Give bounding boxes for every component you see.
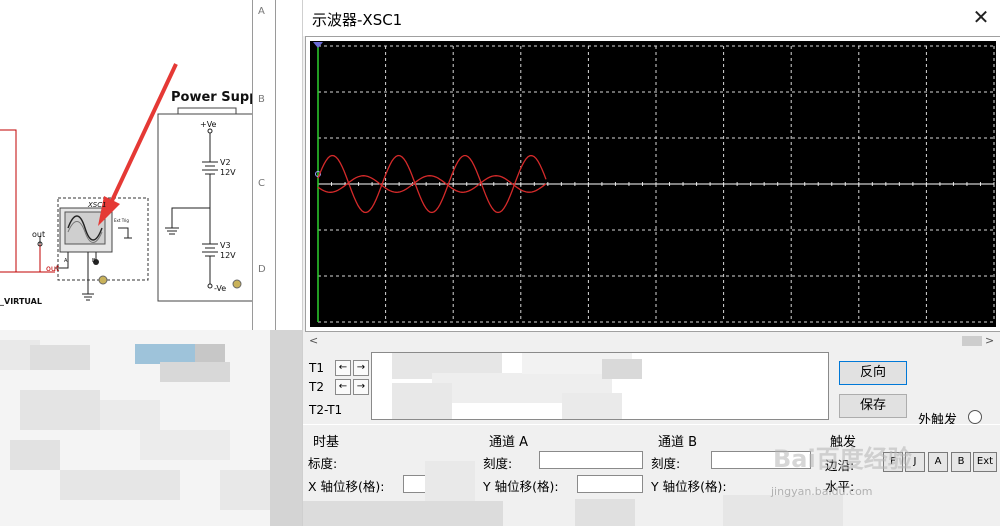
border-letter-c: C xyxy=(258,178,265,189)
ext-trigger-radio[interactable] xyxy=(968,410,982,424)
trigger-level-label: 水平: xyxy=(825,479,855,494)
trigger-source-a-button[interactable]: A xyxy=(928,452,948,472)
v3-value: 12V xyxy=(220,251,236,260)
scroll-right-arrow[interactable]: > xyxy=(985,334,994,347)
cursor-readout xyxy=(371,352,829,420)
blurred-patch-2 xyxy=(575,499,635,526)
trigger-edge-falling-button[interactable]: J xyxy=(905,452,925,472)
scope-graph xyxy=(313,42,995,323)
wire-red-left xyxy=(0,129,17,273)
trigger-title: 触发 xyxy=(830,435,857,450)
t1-left-button[interactable]: ← xyxy=(335,360,351,376)
probe-icon xyxy=(232,279,242,289)
vneg-label: -Ve xyxy=(214,284,226,293)
oscilloscope-window: 示波器-XSC1 ✕ < > T1 ← → T2 ← → T2-T1 反向 保存… xyxy=(302,0,1000,526)
power-supply-tab xyxy=(177,107,237,115)
schematic-canvas[interactable]: Power Supply +Ve V2 12V V3 12V -Ve XSC1 … xyxy=(0,0,302,526)
v2-name: V2 xyxy=(220,158,231,167)
border-letter-a: A xyxy=(258,6,265,17)
ext-trig-wire xyxy=(118,227,132,239)
channel-b-scale-field[interactable] xyxy=(711,451,811,469)
timebase-xpos-label: X 轴位移(格): xyxy=(308,479,385,494)
scroll-left-arrow[interactable]: < xyxy=(309,334,318,347)
scope-pin-a: A xyxy=(64,258,68,264)
probe-icon-2 xyxy=(98,275,108,285)
channel-a-title: 通道 A xyxy=(489,435,529,450)
out-label-red: out xyxy=(46,264,59,273)
window-title: 示波器-XSC1 xyxy=(312,11,403,29)
scope-display-frame xyxy=(305,36,1000,332)
channel-b-title: 通道 B xyxy=(658,435,698,450)
scope-pin-wires xyxy=(55,252,97,294)
trigger-source-b-button[interactable]: B xyxy=(951,452,971,472)
virtual-label: _VIRTUAL xyxy=(0,297,42,306)
scope-ref: XSC1 xyxy=(87,201,107,209)
vpos-label: +Ve xyxy=(200,120,217,129)
channel-a-scale-label: 刻度: xyxy=(483,456,513,471)
border-letter-b: B xyxy=(258,94,265,105)
trigger-source-ext-button[interactable]: Ext xyxy=(973,452,997,472)
title-bar[interactable]: 示波器-XSC1 ✕ xyxy=(303,0,1000,36)
cursor-panel: T1 ← → T2 ← → T2-T1 xyxy=(307,350,371,422)
save-button[interactable]: 保存 xyxy=(839,394,907,418)
trigger-edge-rising-button[interactable]: F xyxy=(883,452,903,472)
border-letter-d: D xyxy=(258,264,266,275)
reverse-button[interactable]: 反向 xyxy=(839,361,907,385)
trigger-edge-label: 边沿: xyxy=(825,458,855,473)
t2-right-button[interactable]: → xyxy=(353,379,369,395)
t2-left-button[interactable]: ← xyxy=(335,379,351,395)
t1-right-button[interactable]: → xyxy=(353,360,369,376)
blurred-patch-3 xyxy=(303,501,503,526)
t1-label: T1 xyxy=(309,361,324,375)
v2-value: 12V xyxy=(220,168,236,177)
channel-a-scale-field[interactable] xyxy=(539,451,643,469)
channel-b-scale-label: 刻度: xyxy=(651,456,681,471)
v3-name: V3 xyxy=(220,241,231,250)
t2-t1-label: T2-T1 xyxy=(309,403,343,417)
sheet-border-strip: A B C D xyxy=(252,0,276,330)
scope-ext-trig: Ext Trig xyxy=(114,218,129,223)
horizontal-scrollbar[interactable]: < > xyxy=(307,334,997,348)
scope-display[interactable] xyxy=(310,41,996,327)
close-icon[interactable]: ✕ xyxy=(967,4,995,32)
scope-pin-b: B xyxy=(92,258,96,264)
blurred-patch-4 xyxy=(723,495,843,526)
cursor-t1-marker xyxy=(313,42,323,48)
timebase-title: 时基 xyxy=(313,435,340,450)
desktop: Power Supply +Ve V2 12V V3 12V -Ve XSC1 … xyxy=(0,0,1000,526)
channel-a-ypos-label: Y 轴位移(格): xyxy=(483,479,559,494)
timebase-scale-label: 标度: xyxy=(308,456,338,471)
scroll-thumb[interactable] xyxy=(962,336,982,346)
t2-label: T2 xyxy=(309,380,324,394)
settings-panel: 时基 标度: X 轴位移(格): 通道 A 刻度: Y 轴位移(格): 通道 B… xyxy=(303,424,1000,526)
out-label: out xyxy=(32,230,45,239)
ground-symbol-scope xyxy=(82,293,94,301)
channel-a-ypos-field[interactable] xyxy=(577,475,643,493)
channel-b-ypos-label: Y 轴位移(格): xyxy=(651,479,727,494)
